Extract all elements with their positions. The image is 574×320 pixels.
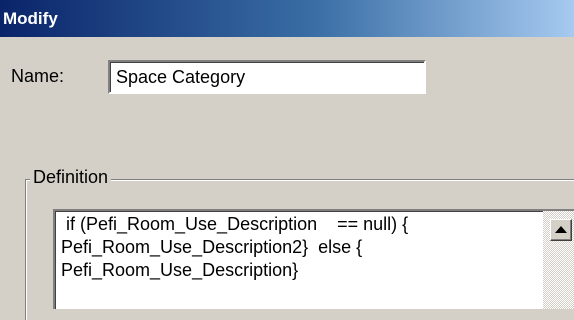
name-input[interactable]: Space Category [108, 60, 426, 94]
scroll-up-button[interactable] [550, 219, 572, 241]
title-bar: Modify [0, 0, 574, 37]
definition-text: if (Pefi_Room_Use_Description == null) {… [61, 214, 409, 280]
name-label: Name: [11, 66, 65, 86]
window-title: Modify [3, 9, 58, 28]
arrow-up-icon [555, 226, 567, 233]
definition-group-label: Definition [30, 167, 112, 188]
vertical-scrollbar[interactable] [543, 211, 574, 309]
definition-textarea[interactable]: if (Pefi_Room_Use_Description == null) {… [53, 209, 574, 309]
